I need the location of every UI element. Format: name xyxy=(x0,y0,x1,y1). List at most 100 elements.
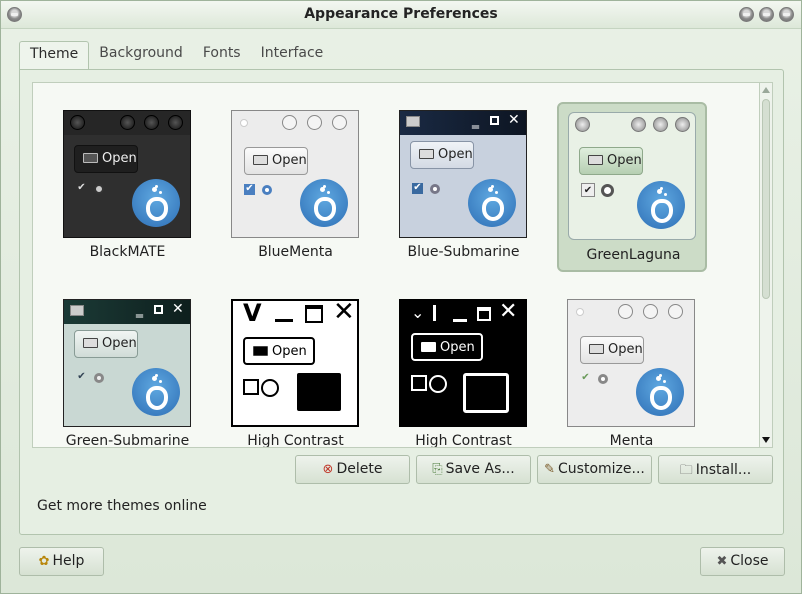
theme-name: High Contrast xyxy=(247,433,344,448)
preview-window-button-icon xyxy=(70,115,85,130)
help-label: Help xyxy=(52,553,85,569)
theme-item-bluementa[interactable]: Open ✔ BlueMenta xyxy=(213,100,363,270)
tab-strip: Theme Background Fonts Interface xyxy=(19,41,334,70)
theme-icon-view[interactable]: Open ✔ BlackMATE Open ✔ BlueMenta ‗ ✕ Op… xyxy=(32,82,760,448)
edit-icon: ✎ xyxy=(544,462,556,477)
preview-open-button: Open xyxy=(244,147,308,175)
mate-logo-icon xyxy=(132,368,180,416)
maximize-icon xyxy=(477,307,491,321)
theme-item-high-contrast[interactable]: V ✕ Open High Contrast xyxy=(213,289,363,447)
help-button[interactable]: ✿ Help xyxy=(19,547,104,576)
help-icon: ✿ xyxy=(38,554,50,569)
customize-button[interactable]: ✎ Customize... xyxy=(537,455,652,484)
mate-logo-icon xyxy=(300,179,348,227)
delete-icon: ⊗ xyxy=(322,462,334,477)
get-more-themes-link[interactable]: Get more themes online xyxy=(37,498,207,514)
minimize-icon: ‗ xyxy=(136,302,143,318)
preview-window-button-icon xyxy=(332,115,347,130)
preview-open-button: Open xyxy=(74,145,138,173)
preview-open-label: Open xyxy=(607,153,642,168)
preview-open-label: Open xyxy=(272,344,307,359)
minimize-button[interactable] xyxy=(739,7,754,22)
preferences-notebook: Theme Background Fonts Interface Open ✔ xyxy=(19,41,784,535)
preview-open-button: Open xyxy=(579,147,643,175)
preview-window-button-icon xyxy=(643,304,658,319)
tab-fonts[interactable]: Fonts xyxy=(193,41,251,69)
close-icon: ✕ xyxy=(499,299,518,324)
preview-checkbox-icon: ✔ xyxy=(581,183,595,197)
title-bar[interactable]: Appearance Preferences xyxy=(1,1,801,29)
close-button[interactable]: ✖ Close xyxy=(700,547,785,576)
preview-radio-icon xyxy=(261,379,279,397)
preview-radio-icon xyxy=(429,375,447,393)
theme-preview: ‗ ✕ Open ✔ xyxy=(63,299,191,427)
preview-window-button-icon xyxy=(120,115,135,130)
preview-window-button-icon xyxy=(144,115,159,130)
preview-open-button: Open xyxy=(74,330,138,358)
close-icon: ✕ xyxy=(508,112,520,128)
save-as-label: Save As... xyxy=(445,461,515,477)
maximize-icon xyxy=(490,116,499,125)
install-button[interactable]: 🗀 Install... xyxy=(658,455,773,484)
theme-item-blackmate[interactable]: Open ✔ BlackMATE xyxy=(45,100,195,270)
theme-preview: Open ✔ xyxy=(63,110,191,238)
theme-preview: ‗ ✕ Open ✔ xyxy=(399,110,527,238)
vertical-scrollbar[interactable] xyxy=(760,82,773,448)
save-as-button[interactable]: ⎘ Save As... xyxy=(416,455,531,484)
scrollbar-thumb[interactable] xyxy=(762,99,770,299)
theme-name: BlackMATE xyxy=(89,244,166,260)
theme-page: Open ✔ BlackMATE Open ✔ BlueMenta ‗ ✕ Op… xyxy=(19,69,784,535)
window-title: Appearance Preferences xyxy=(304,6,498,22)
theme-item-green-submarine[interactable]: ‗ ✕ Open ✔ Green-Submarine xyxy=(45,289,195,447)
preview-open-button: Open xyxy=(410,141,474,169)
preview-radio-icon xyxy=(94,373,104,383)
maximize-icon xyxy=(154,305,163,314)
maximize-button[interactable] xyxy=(759,7,774,22)
tab-background[interactable]: Background xyxy=(89,41,193,69)
theme-name: Green-Submarine xyxy=(65,433,190,448)
tab-theme[interactable]: Theme xyxy=(19,41,90,70)
close-label: Close xyxy=(730,553,769,569)
folder-icon xyxy=(588,155,603,165)
scroll-down-arrow-icon[interactable] xyxy=(762,437,770,443)
theme-name: BlueMenta xyxy=(258,244,333,260)
chevron-down-icon: ⌄ xyxy=(411,303,425,322)
mate-logo-icon xyxy=(636,368,684,416)
window-icon xyxy=(70,305,84,316)
scroll-up-arrow-icon[interactable] xyxy=(762,87,770,93)
theme-name: GreenLaguna xyxy=(586,247,681,263)
preview-open-label: Open xyxy=(440,340,475,355)
preview-window-button-icon xyxy=(668,304,683,319)
preview-radio-icon xyxy=(262,185,272,195)
folder-large-icon xyxy=(463,373,509,413)
theme-item-greenlaguna[interactable]: Open ✔ GreenLaguna xyxy=(557,102,707,272)
folder-icon xyxy=(253,155,268,165)
theme-preview: Open ✔ xyxy=(567,299,695,427)
window-icon xyxy=(406,116,420,127)
theme-item-blue-submarine[interactable]: ‗ ✕ Open ✔ Blue-Submarine xyxy=(381,100,531,270)
mate-logo-icon xyxy=(468,179,516,227)
preview-window-button-icon xyxy=(618,304,633,319)
preview-window-button-icon xyxy=(168,115,183,130)
preview-window-button-icon xyxy=(653,117,668,132)
theme-name: Menta xyxy=(609,433,654,448)
folder-icon xyxy=(589,344,604,354)
mate-logo-icon xyxy=(637,181,685,229)
preview-open-button: Open xyxy=(243,337,315,365)
delete-button[interactable]: ⊗ Delete xyxy=(295,455,410,484)
install-label: Install... xyxy=(695,462,752,478)
folder-icon: 🗀 xyxy=(679,463,693,478)
preview-radio-icon xyxy=(601,184,614,197)
preview-window-button-icon xyxy=(282,115,297,130)
tab-interface[interactable]: Interface xyxy=(251,41,334,69)
theme-item-menta[interactable]: Open ✔ Menta xyxy=(549,289,699,447)
preview-checkbox-icon xyxy=(243,379,259,395)
preview-open-label: Open xyxy=(102,336,137,351)
theme-preview: ⌄ ✕ Open xyxy=(399,299,527,427)
folder-icon xyxy=(83,338,98,348)
theme-preview: Open ✔ xyxy=(568,112,696,240)
preview-window-button-icon xyxy=(675,117,690,132)
preview-open-button: Open xyxy=(580,336,644,364)
close-window-button[interactable] xyxy=(779,7,794,22)
theme-item-high-contrast-inverse[interactable]: ⌄ ✕ Open High Contrast xyxy=(381,289,531,447)
